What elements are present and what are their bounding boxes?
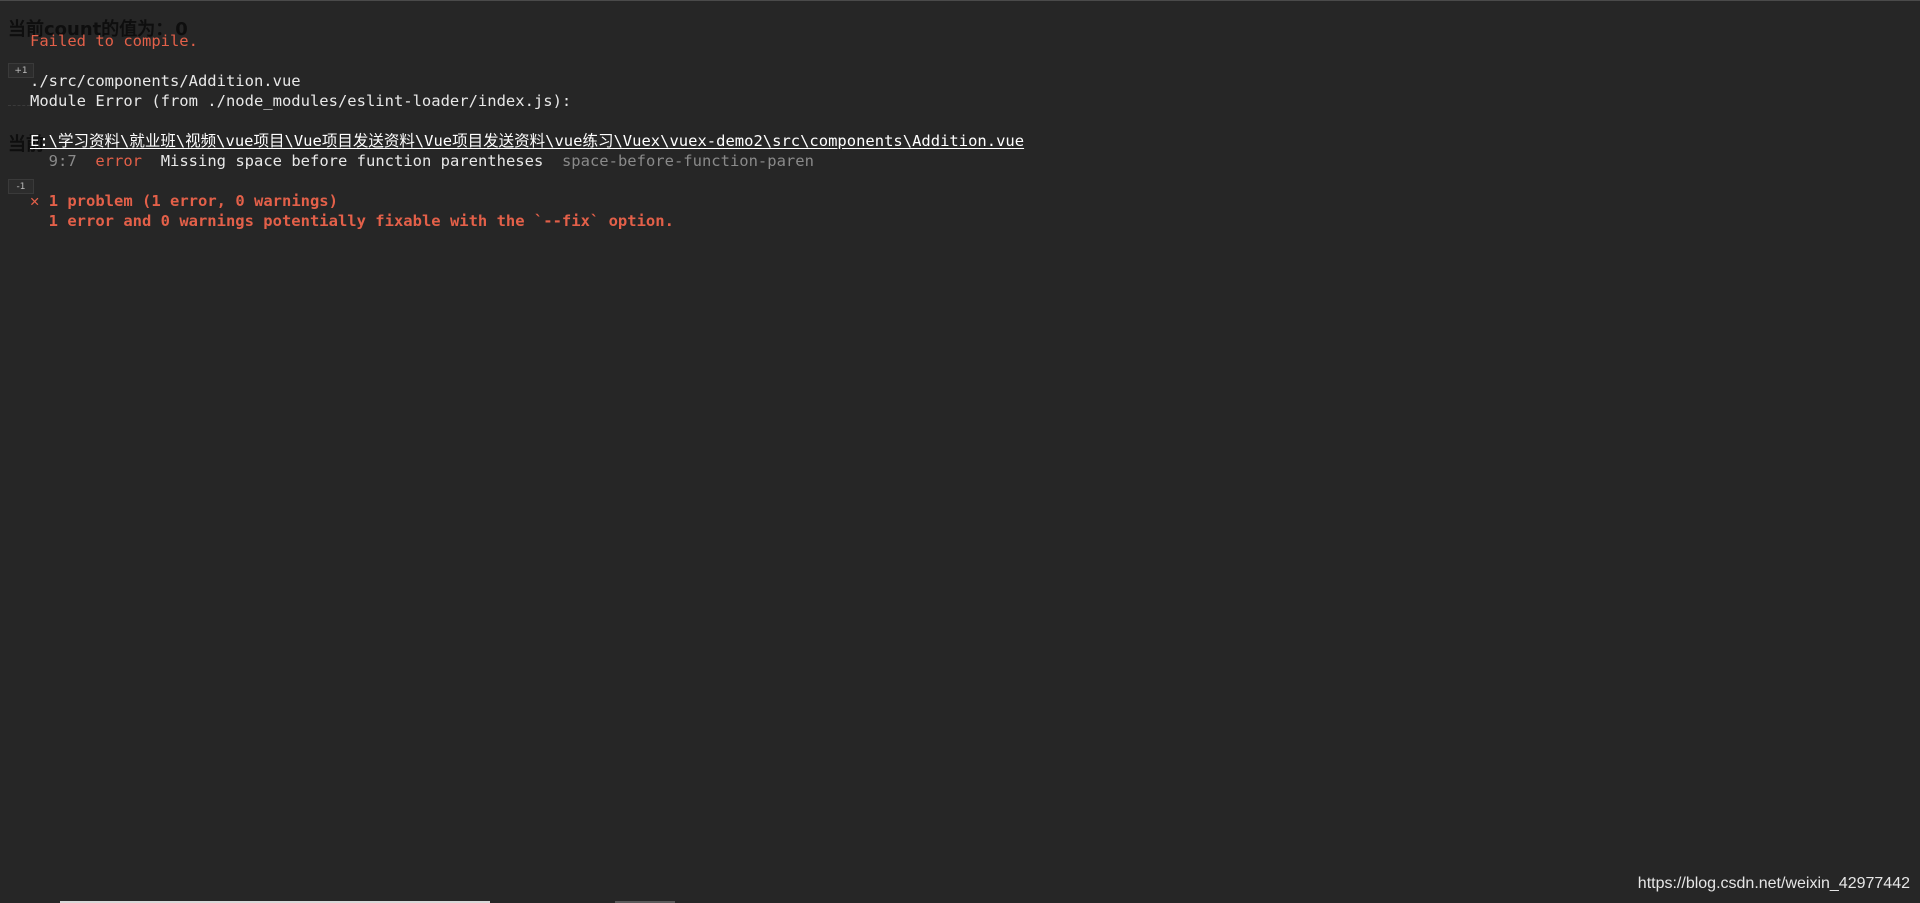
module-error-text: Module Error (from ./node_modules/eslint… [30,92,572,110]
problem-summary-text: 1 problem (1 error, 0 warnings) [48,192,338,210]
error-severity: error [95,152,143,170]
compile-error-overlay: Failed to compile. ./src/components/Addi… [30,31,1024,230]
error-file-path: ./src/components/Addition.vue [30,72,301,90]
compile-error-title: Failed to compile. [30,32,198,50]
error-x-icon: ✕ [30,192,40,210]
error-location: 9:7 [48,152,77,170]
absolute-file-link[interactable]: E:\学习资料\就业班\视频\vue项目\Vue项目发送资料\Vue项目发送资料… [30,131,1024,151]
csdn-watermark: https://blog.csdn.net/weixin_42977442 [1637,875,1910,892]
error-rule: space-before-function-paren [561,152,814,170]
lint-error-row: 9:7 error Missing space before function … [30,151,814,171]
error-overlay-page: 当前count的值为： 0 +1 当前 -1 Failed to compile.… [0,0,1920,903]
fixable-note-text: 1 error and 0 warnings potentially fixab… [48,212,674,230]
problem-summary: ✕ 1 problem (1 error, 0 warnings) [30,191,338,211]
separator [8,105,30,107]
fixable-note: 1 error and 0 warnings potentially fixab… [30,211,674,231]
error-message: Missing space before function parenthese… [160,152,544,170]
